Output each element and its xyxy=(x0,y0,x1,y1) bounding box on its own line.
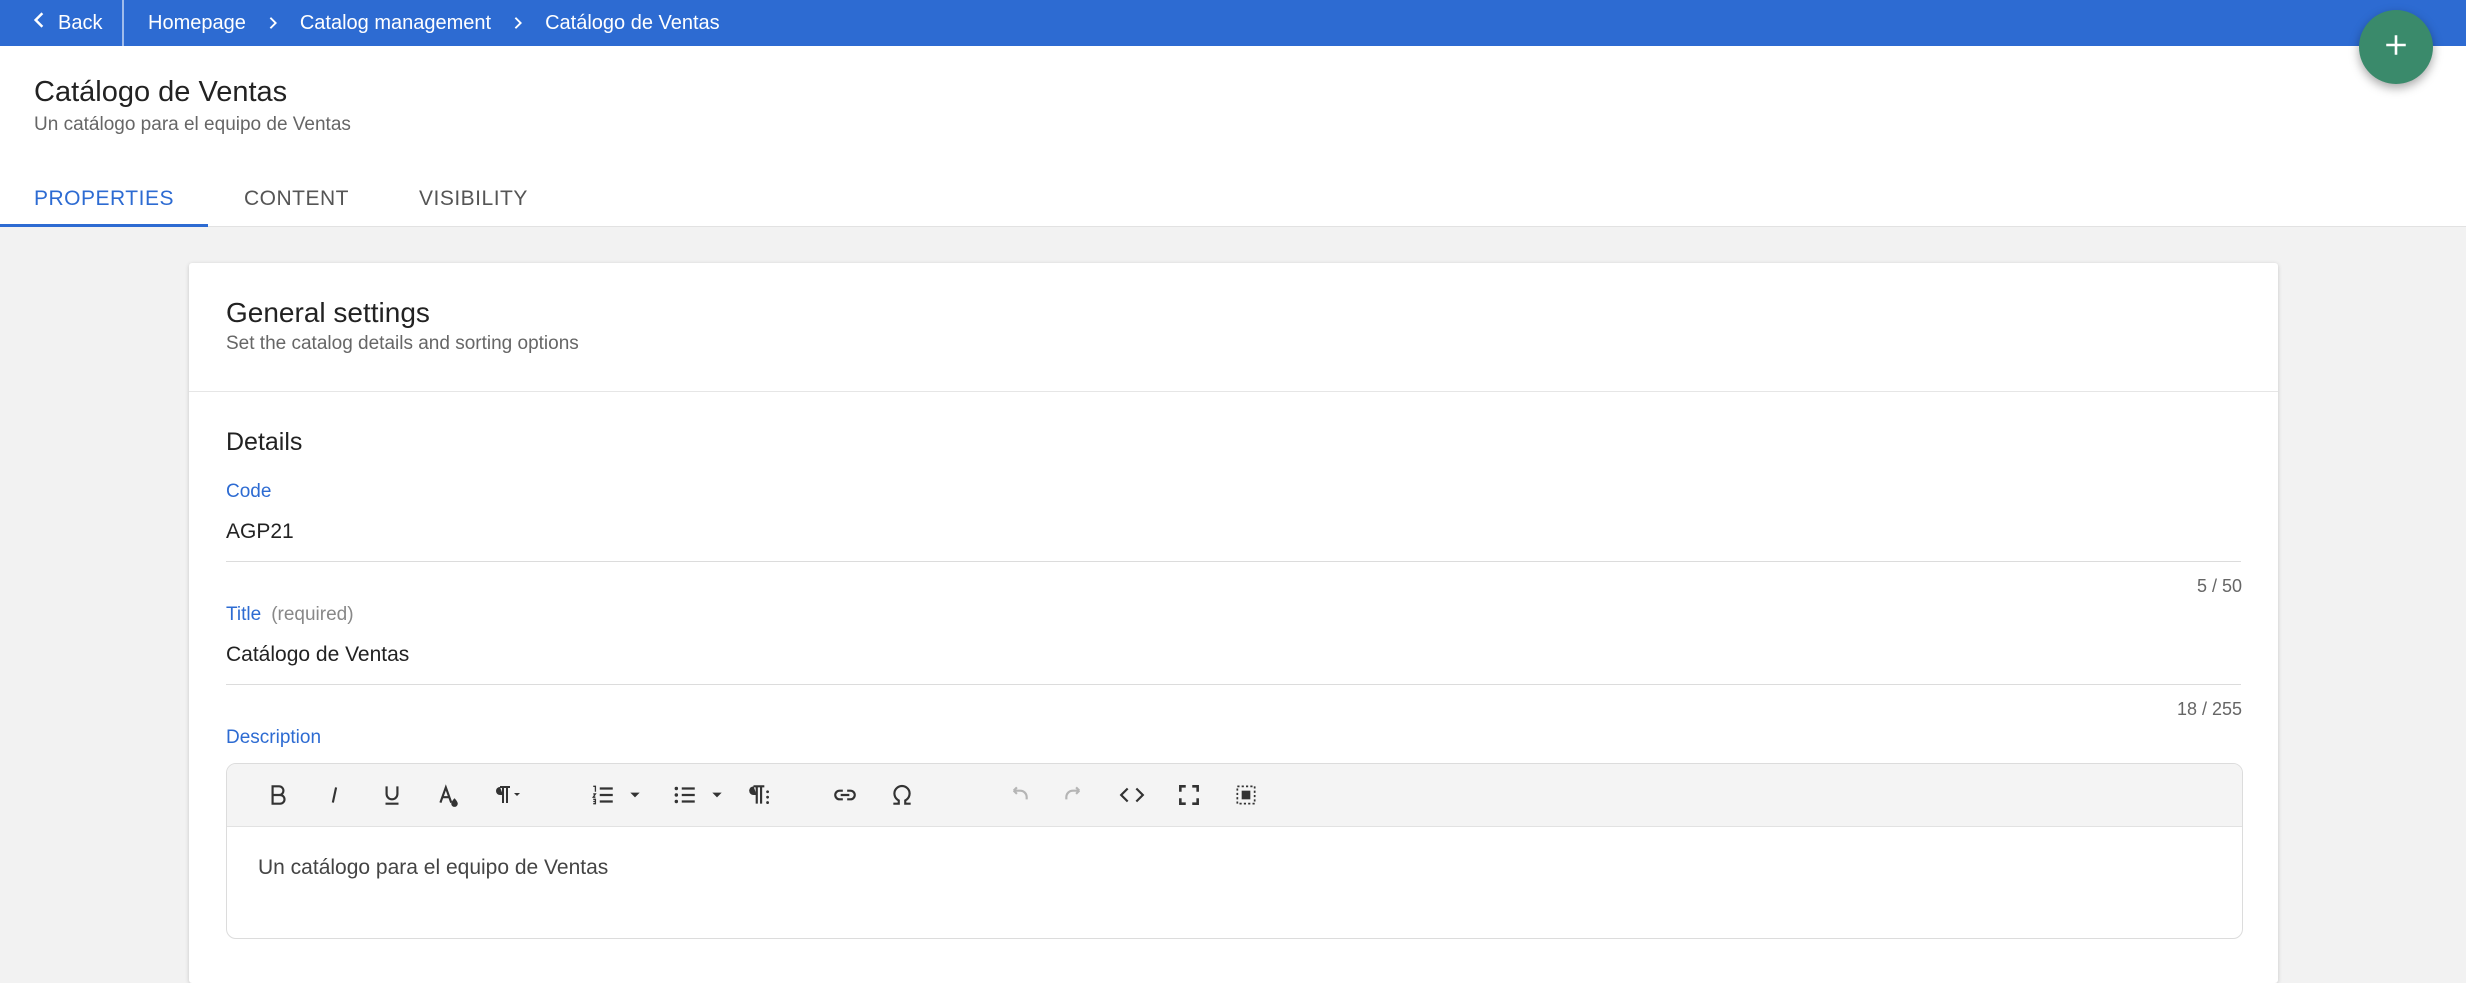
back-label: Back xyxy=(58,12,102,35)
special-character-icon[interactable] xyxy=(881,774,923,816)
breadcrumb-homepage[interactable]: Homepage xyxy=(148,12,246,35)
ordered-list-icon[interactable] xyxy=(583,774,623,816)
undo-icon xyxy=(997,774,1039,816)
paragraph-format-icon[interactable] xyxy=(482,774,534,816)
title-field-underline xyxy=(226,684,2241,685)
card-header: General settings Set the catalog details… xyxy=(189,263,2278,392)
chevron-right-icon xyxy=(266,16,280,30)
chevron-left-icon xyxy=(30,11,48,35)
tab-visibility[interactable]: VISIBILITY xyxy=(385,174,562,227)
card-subtitle: Set the catalog details and sorting opti… xyxy=(226,333,579,355)
code-char-counter: 5 / 50 xyxy=(2197,576,2242,597)
editor-toolbar xyxy=(227,764,2242,827)
code-field-underline xyxy=(226,561,2241,562)
page-title: Catálogo de Ventas xyxy=(34,76,287,109)
fullscreen-icon[interactable] xyxy=(1168,774,1210,816)
chevron-down-icon[interactable] xyxy=(705,774,729,816)
back-button[interactable]: Back xyxy=(30,0,102,46)
description-field[interactable]: Un catálogo para el equipo de Ventas xyxy=(258,856,608,880)
section-title-details: Details xyxy=(226,428,302,457)
add-button[interactable] xyxy=(2359,10,2433,84)
required-indicator: (required) xyxy=(271,604,353,625)
italic-icon[interactable] xyxy=(314,774,356,816)
redo-icon xyxy=(1054,774,1096,816)
title-field[interactable]: Catálogo de Ventas xyxy=(226,643,2226,667)
bold-icon[interactable] xyxy=(257,774,299,816)
title-label-text: Title xyxy=(226,604,261,625)
top-bar: Back Homepage Catalog management Catálog… xyxy=(0,0,2466,46)
link-icon[interactable] xyxy=(824,774,866,816)
unordered-list-icon[interactable] xyxy=(665,774,705,816)
plus-icon xyxy=(2383,32,2409,63)
title-label: Title (required) xyxy=(226,604,354,626)
breadcrumb-current: Catálogo de Ventas xyxy=(545,12,720,35)
breadcrumb-catalog-management[interactable]: Catalog management xyxy=(300,12,491,35)
code-view-icon[interactable] xyxy=(1111,774,1153,816)
page-header: Catálogo de Ventas Un catálogo para el e… xyxy=(0,46,2466,227)
tab-bar: PROPERTIES CONTENT VISIBILITY xyxy=(0,174,562,226)
code-field[interactable]: AGP21 xyxy=(226,520,2226,544)
select-all-icon[interactable] xyxy=(1225,774,1267,816)
title-char-counter: 18 / 255 xyxy=(2177,699,2242,720)
underline-icon[interactable] xyxy=(371,774,413,816)
text-color-icon[interactable] xyxy=(427,774,469,816)
breadcrumb: Homepage Catalog management Catálogo de … xyxy=(148,0,720,46)
topbar-divider xyxy=(122,0,124,46)
card-title: General settings xyxy=(226,297,430,329)
description-editor: Un catálogo para el equipo de Ventas xyxy=(226,763,2243,939)
tab-content[interactable]: CONTENT xyxy=(210,174,383,227)
description-label: Description xyxy=(226,727,321,749)
general-settings-card: General settings Set the catalog details… xyxy=(189,263,2278,983)
chevron-down-icon[interactable] xyxy=(623,774,647,816)
code-label: Code xyxy=(226,481,271,503)
chevron-right-icon xyxy=(511,16,525,30)
tab-properties[interactable]: PROPERTIES xyxy=(0,174,208,227)
page-subtitle: Un catálogo para el equipo de Ventas xyxy=(34,114,351,136)
paragraph-style-icon[interactable] xyxy=(739,774,781,816)
